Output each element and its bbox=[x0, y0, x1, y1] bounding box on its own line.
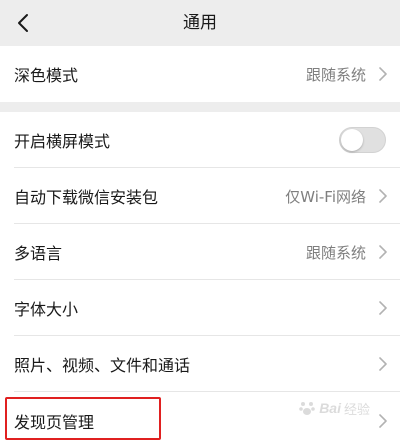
dark-mode-value: 跟随系统 bbox=[305, 65, 366, 84]
settings-group-general: 开启横屏模式 自动下载微信安装包 仅Wi-Fi网络 多语言 跟随系统 字体大小 … bbox=[0, 112, 400, 441]
chevron-right-icon bbox=[379, 67, 387, 81]
auto-download-row[interactable]: 自动下载微信安装包 仅Wi-Fi网络 bbox=[0, 168, 400, 224]
chevron-right-icon bbox=[379, 413, 387, 428]
page-title: 通用 bbox=[183, 13, 217, 33]
language-value: 跟随系统 bbox=[305, 243, 366, 262]
nav-bar: 通用 bbox=[0, 0, 400, 46]
discover-management-label: 发现页管理 bbox=[14, 412, 95, 432]
media-label: 照片、视频、文件和通话 bbox=[14, 356, 191, 375]
chevron-right-icon bbox=[379, 357, 387, 371]
discover-management-row[interactable]: 发现页管理 bbox=[0, 392, 400, 441]
language-row[interactable]: 多语言 跟随系统 bbox=[0, 224, 400, 280]
chevron-right-icon bbox=[379, 189, 387, 203]
dark-mode-label: 深色模式 bbox=[14, 66, 79, 85]
font-size-row[interactable]: 字体大小 bbox=[0, 280, 400, 336]
media-row[interactable]: 照片、视频、文件和通话 bbox=[0, 336, 400, 392]
dark-mode-row[interactable]: 深色模式 跟随系统 bbox=[0, 46, 400, 102]
chevron-right-icon bbox=[379, 301, 387, 315]
settings-group-display: 深色模式 跟随系统 bbox=[0, 46, 400, 102]
chevron-right-icon bbox=[379, 245, 387, 259]
auto-download-label: 自动下载微信安装包 bbox=[14, 188, 159, 207]
landscape-mode-toggle[interactable] bbox=[339, 127, 386, 153]
font-size-label: 字体大小 bbox=[14, 300, 79, 319]
landscape-mode-label: 开启横屏模式 bbox=[14, 132, 111, 151]
auto-download-value: 仅Wi-Fi网络 bbox=[285, 187, 366, 206]
toggle-knob bbox=[341, 129, 363, 151]
language-label: 多语言 bbox=[14, 244, 63, 263]
landscape-mode-row: 开启横屏模式 bbox=[0, 112, 400, 168]
